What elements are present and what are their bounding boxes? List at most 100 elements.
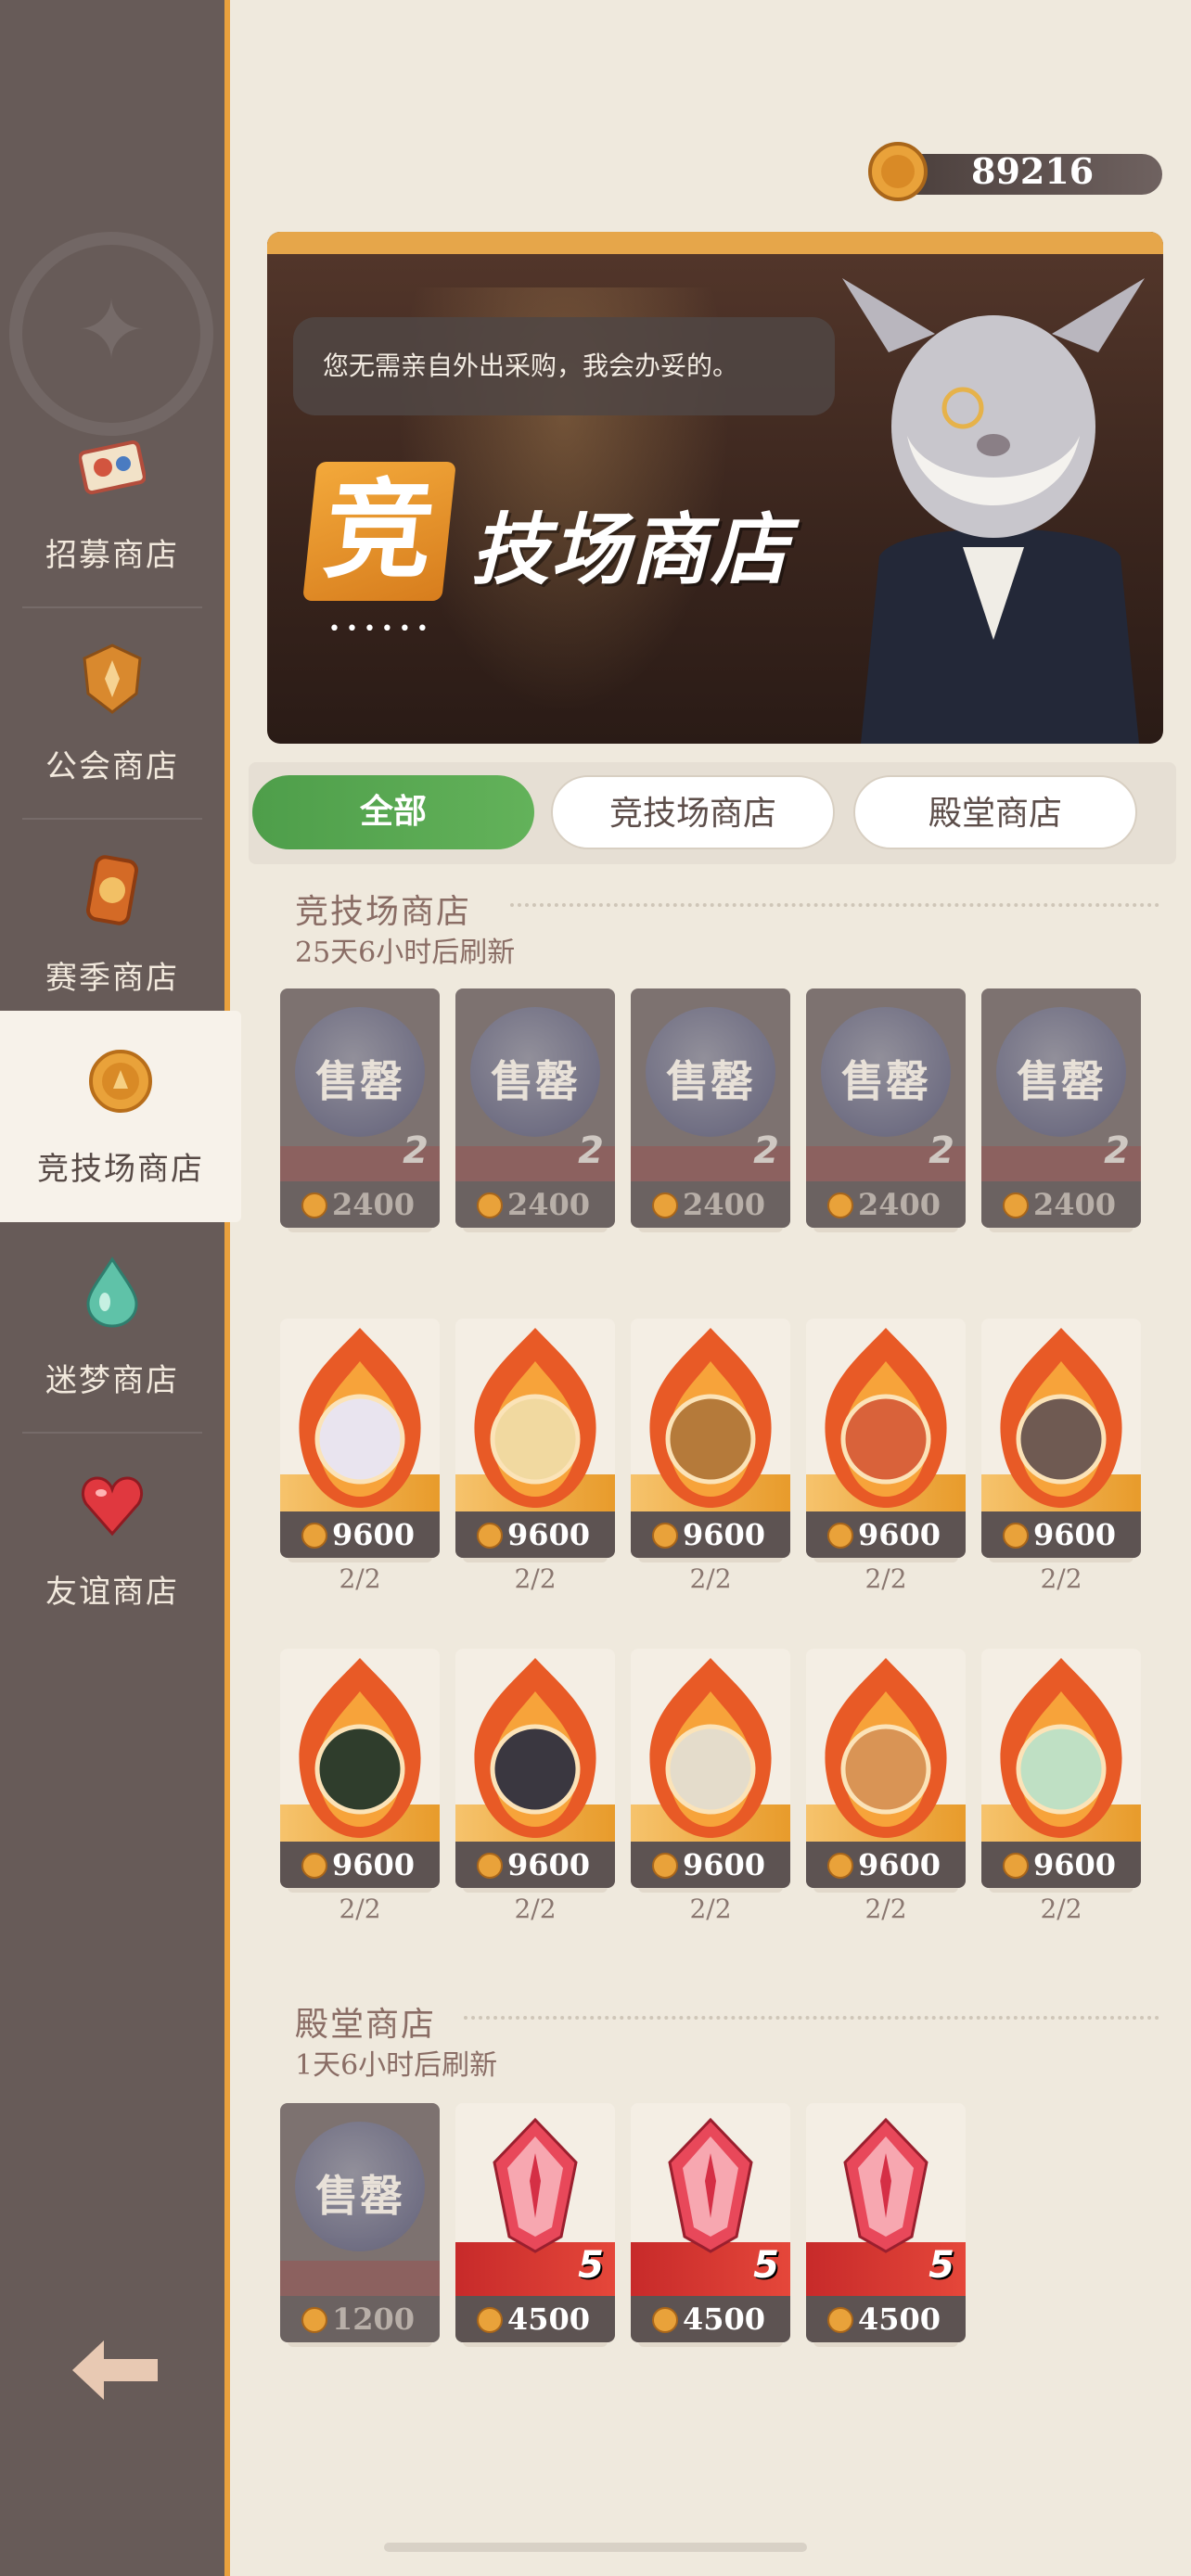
item-price: 1200 [332, 2302, 416, 2337]
item-price: 4500 [683, 2302, 766, 2337]
sidebar-item-arena-shop[interactable]: 竞技场商店 [0, 1011, 241, 1222]
tab-hall-shop[interactable]: 殿堂商店 [853, 775, 1137, 849]
item-price: 2400 [1033, 1187, 1117, 1222]
arena-coin-icon [477, 1523, 503, 1549]
crystal-item-card[interactable]: 5 4500 [631, 2103, 790, 2374]
item-price: 9600 [683, 1517, 766, 1552]
sold-out-item[interactable]: 售罄 2 2400 [631, 988, 790, 1259]
sidebar-item-friendship-shop[interactable]: 友谊商店 [0, 1434, 224, 1645]
item-quantity: 2 [928, 1129, 954, 1172]
sidebar-item-label: 迷梦商店 [45, 1362, 179, 1399]
sold-out-label: 售罄 [666, 1056, 755, 1106]
heart-icon [82, 1476, 143, 1537]
hero-item-card[interactable]: 9600 2/2 [631, 1319, 790, 1594]
arena-refresh-timer: 25天6小时后刷新 [295, 937, 516, 969]
shop-filter-tabs: 全部 竞技场商店 殿堂商店 [249, 762, 1176, 864]
sidebar-item-label: 赛季商店 [45, 960, 179, 997]
tab-arena-shop[interactable]: 竞技场商店 [551, 775, 835, 849]
arena-section-title: 竞技场商店 [295, 893, 472, 931]
sold-out-label: 售罄 [315, 2171, 404, 2221]
purchase-limit: 2/2 [1040, 1563, 1082, 1594]
item-quantity: 5 [578, 2244, 604, 2287]
arena-coin-icon [827, 1853, 853, 1879]
arena-coin-icon [868, 142, 928, 201]
item-price: 4500 [507, 2302, 591, 2337]
crystal-item-card[interactable]: 5 4500 [806, 2103, 966, 2374]
section-divider [464, 2016, 1159, 2020]
arena-coin-icon [301, 1192, 327, 1218]
recruit-ticket-icon [79, 440, 146, 495]
item-price: 9600 [1033, 1517, 1117, 1552]
item-price: 2400 [858, 1187, 941, 1222]
hero-flame-frame-icon [825, 1658, 947, 1838]
purchase-limit: 2/2 [689, 1563, 732, 1594]
currency-amount: 89216 [971, 150, 1095, 192]
hero-item-card[interactable]: 9600 2/2 [280, 1649, 440, 1924]
arena-coin-icon [301, 1853, 327, 1879]
sidebar-item-label: 公会商店 [45, 748, 179, 785]
item-band [280, 2261, 440, 2298]
crystal-item-card[interactable]: 5 4500 [455, 2103, 615, 2374]
hero-item-card[interactable]: 9600 2/2 [455, 1319, 615, 1594]
hero-item-card[interactable]: 9600 2/2 [631, 1649, 790, 1924]
purchase-limit: 2/2 [339, 1894, 381, 1924]
home-indicator [384, 2543, 807, 2552]
sold-out-label: 售罄 [315, 1056, 404, 1106]
arena-coin-icon [827, 1192, 853, 1218]
sidebar-item-label: 招募商店 [45, 537, 179, 574]
sold-out-item[interactable]: 售罄 2 2400 [981, 988, 1141, 1259]
item-quantity: 2 [753, 1129, 779, 1172]
guild-emblem-icon [83, 644, 142, 714]
hero-item-card[interactable]: 9600 2/2 [280, 1319, 440, 1594]
sold-out-label: 售罄 [1017, 1056, 1106, 1106]
sidebar-item-guild-shop[interactable]: 公会商店 [0, 608, 224, 820]
item-quantity: 5 [928, 2244, 954, 2287]
hero-flame-frame-icon [299, 1658, 421, 1838]
hall-refresh-timer: 1天6小时后刷新 [295, 2049, 498, 2082]
item-quantity: 2 [1104, 1129, 1130, 1172]
hero-flame-frame-icon [474, 1328, 596, 1508]
sold-out-item[interactable]: 售罄 2 2400 [806, 988, 966, 1259]
sidebar-item-season-shop[interactable]: 赛季商店 [0, 820, 224, 1031]
item-price: 9600 [332, 1517, 416, 1552]
purchase-limit: 2/2 [339, 1563, 381, 1594]
banner-title-badge: 竞 [302, 462, 456, 601]
shop-banner: 您无需亲自外出采购，我会办妥的。 竞 技场商店 •••••• [267, 232, 1163, 744]
banner-title: 技场商店 [471, 504, 791, 595]
item-price: 9600 [858, 1847, 941, 1882]
section-divider [510, 903, 1159, 907]
item-price: 9600 [683, 1847, 766, 1882]
hero-flame-frame-icon [649, 1328, 772, 1508]
purchase-limit: 2/2 [689, 1894, 732, 1924]
arena-coin-icon [652, 2307, 678, 2333]
hero-item-card[interactable]: 9600 2/2 [806, 1319, 966, 1594]
purchase-limit: 2/2 [514, 1894, 557, 1924]
hero-item-card[interactable]: 9600 2/2 [981, 1319, 1141, 1594]
item-price: 9600 [507, 1517, 591, 1552]
tab-all[interactable]: 全部 [252, 775, 534, 849]
item-price: 9600 [858, 1517, 941, 1552]
season-badge-icon [86, 855, 138, 925]
sold-out-item[interactable]: 售罄 2 2400 [455, 988, 615, 1259]
hero-flame-frame-icon [1000, 1328, 1122, 1508]
sold-out-item[interactable]: 售罄 1200 [280, 2103, 440, 2374]
item-quantity: 5 [753, 2244, 779, 2287]
arena-coin-icon [652, 1853, 678, 1879]
sold-out-label: 售罄 [841, 1056, 930, 1106]
arena-coin-icon [477, 2307, 503, 2333]
arena-coin-icon [1003, 1853, 1029, 1879]
sidebar-item-label: 友谊商店 [45, 1574, 179, 1611]
hero-flame-frame-icon [1000, 1658, 1122, 1838]
arena-coin-icon [301, 1523, 327, 1549]
hero-item-card[interactable]: 9600 2/2 [455, 1649, 615, 1924]
hero-item-card[interactable]: 9600 2/2 [981, 1649, 1141, 1924]
sold-out-item[interactable]: 售罄 2 2400 [280, 988, 440, 1259]
hero-item-card[interactable]: 9600 2/2 [806, 1649, 966, 1924]
arena-coin-icon [477, 1192, 503, 1218]
red-crystal-icon [668, 2117, 753, 2253]
hero-flame-frame-icon [299, 1328, 421, 1508]
sidebar-item-dream-shop[interactable]: 迷梦商店 [0, 1222, 224, 1434]
red-crystal-icon [493, 2117, 578, 2253]
back-arrow-icon[interactable] [65, 2327, 167, 2411]
sidebar-item-recruit-shop[interactable]: 招募商店 [0, 397, 224, 608]
